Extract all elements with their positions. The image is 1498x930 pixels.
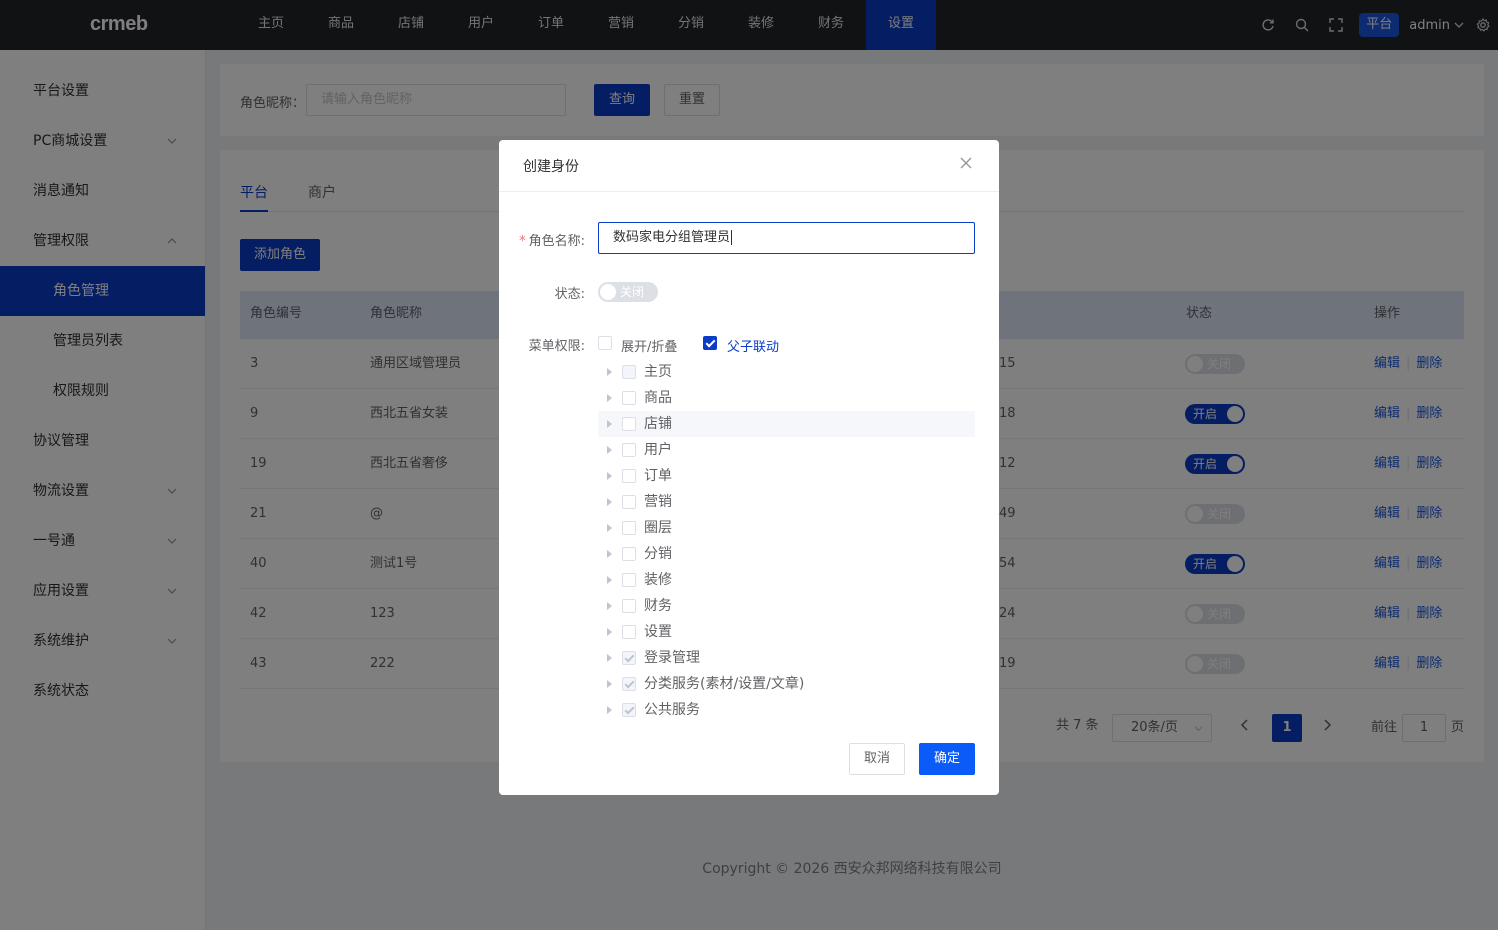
expand-arrow-icon[interactable]	[607, 498, 612, 506]
permission-tree-node[interactable]: 公共服务	[598, 697, 975, 723]
node-checkbox[interactable]	[622, 573, 636, 587]
permission-tree-node[interactable]: 订单	[598, 463, 975, 489]
node-checkbox[interactable]	[622, 469, 636, 483]
confirm-button[interactable]: 确定	[919, 743, 975, 775]
role-name-label: * 角色名称:	[519, 234, 585, 249]
node-checkbox[interactable]	[622, 625, 636, 639]
expand-arrow-icon[interactable]	[607, 472, 612, 480]
node-label: 主页	[644, 364, 672, 380]
dialog-title: 创建身份	[523, 159, 579, 175]
permission-tree-node[interactable]: 营销	[598, 489, 975, 515]
create-role-dialog: 创建身份 * 角色名称: 数码家电分组管理员 状态: 关闭 菜单权限: 展开/折叠…	[499, 140, 999, 795]
expand-arrow-icon[interactable]	[607, 524, 612, 532]
permission-tree-node[interactable]: 圈层	[598, 515, 975, 541]
expand-arrow-icon[interactable]	[607, 550, 612, 558]
node-checkbox[interactable]	[622, 521, 636, 535]
role-name-value: 数码家电分组管理员	[613, 230, 731, 245]
node-label: 用户	[644, 442, 672, 458]
permission-tree-node[interactable]: 用户	[598, 437, 975, 463]
permission-tree-node[interactable]: 设置	[598, 619, 975, 645]
expand-arrow-icon[interactable]	[607, 368, 612, 376]
node-label: 分类服务(素材/设置/文章)	[644, 676, 805, 692]
permission-tree-node[interactable]: 财务	[598, 593, 975, 619]
permission-tree-node[interactable]: 装修	[598, 567, 975, 593]
node-label: 设置	[644, 624, 672, 640]
cancel-button[interactable]: 取消	[849, 743, 905, 775]
node-label: 营销	[644, 494, 672, 510]
node-checkbox[interactable]	[622, 547, 636, 561]
node-label: 商品	[644, 390, 672, 406]
permission-tree-node[interactable]: 主页	[598, 359, 975, 385]
permission-tree-node[interactable]: 店铺	[598, 411, 975, 437]
node-checkbox[interactable]	[622, 495, 636, 509]
expand-collapse-checkbox[interactable]	[598, 336, 612, 350]
permission-tree-node[interactable]: 分销	[598, 541, 975, 567]
node-checkbox[interactable]	[622, 651, 636, 665]
expand-arrow-icon[interactable]	[607, 394, 612, 402]
expand-arrow-icon[interactable]	[607, 420, 612, 428]
node-label: 圈层	[644, 520, 672, 536]
expand-arrow-icon[interactable]	[607, 680, 612, 688]
role-name-label-text: 角色名称:	[528, 234, 585, 249]
expand-collapse-label: 展开/折叠	[621, 340, 678, 355]
expand-arrow-icon[interactable]	[607, 706, 612, 714]
switch-knob	[600, 284, 616, 300]
node-checkbox[interactable]	[622, 599, 636, 613]
menu-permission-label: 菜单权限:	[528, 339, 585, 354]
status-switch-text: 关闭	[620, 285, 645, 299]
expand-arrow-icon[interactable]	[607, 446, 612, 454]
node-checkbox[interactable]	[622, 365, 636, 379]
node-checkbox[interactable]	[622, 443, 636, 457]
close-icon[interactable]	[959, 156, 975, 172]
expand-arrow-icon[interactable]	[607, 576, 612, 584]
permission-tree-node[interactable]: 登录管理	[598, 645, 975, 671]
status-label: 状态:	[554, 287, 585, 302]
node-label: 登录管理	[644, 650, 700, 666]
node-label: 公共服务	[644, 702, 700, 718]
node-label: 装修	[644, 572, 672, 588]
status-switch[interactable]: 关闭	[598, 282, 658, 302]
node-label: 订单	[644, 468, 672, 484]
dialog-divider	[499, 191, 999, 192]
node-checkbox[interactable]	[622, 703, 636, 717]
role-name-input[interactable]: 数码家电分组管理员	[598, 222, 975, 254]
expand-arrow-icon[interactable]	[607, 654, 612, 662]
expand-arrow-icon[interactable]	[607, 602, 612, 610]
expand-arrow-icon[interactable]	[607, 628, 612, 636]
node-label: 店铺	[644, 416, 672, 432]
node-label: 分销	[644, 546, 672, 562]
node-checkbox[interactable]	[622, 417, 636, 431]
node-label: 财务	[644, 598, 672, 614]
permission-tree-node[interactable]: 商品	[598, 385, 975, 411]
parent-child-link-checkbox[interactable]	[703, 336, 717, 350]
node-checkbox[interactable]	[622, 391, 636, 405]
permission-tree-node[interactable]: 分类服务(素材/设置/文章)	[598, 671, 975, 697]
node-checkbox[interactable]	[622, 677, 636, 691]
parent-child-link-label: 父子联动	[727, 340, 780, 355]
